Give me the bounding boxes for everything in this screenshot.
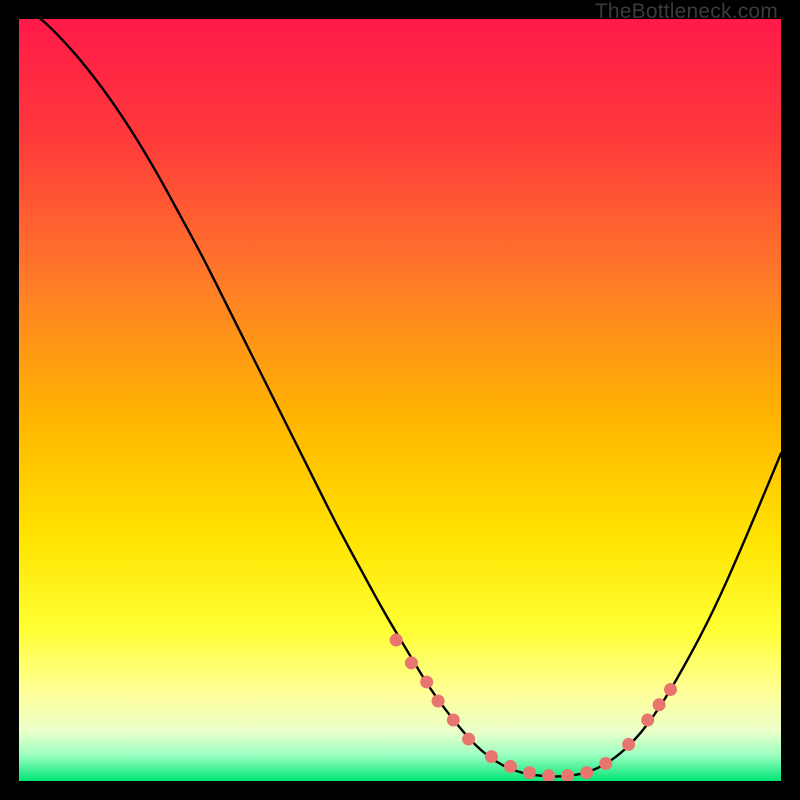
bottleneck-chart — [19, 19, 781, 781]
sample-dot — [504, 760, 517, 773]
sample-dot — [653, 698, 666, 711]
sample-dot — [641, 714, 654, 727]
sample-dot — [462, 733, 475, 746]
sample-dot — [485, 750, 498, 763]
sample-dot — [447, 714, 460, 727]
watermark-text: TheBottleneck.com — [595, 0, 778, 24]
chart-frame — [19, 19, 781, 781]
sample-dot — [405, 656, 418, 669]
sample-dot — [580, 766, 593, 779]
sample-dot — [390, 634, 403, 647]
sample-dot — [664, 683, 677, 696]
sample-dot — [622, 738, 635, 751]
sample-dot — [599, 757, 612, 770]
sample-dot — [420, 675, 433, 688]
sample-dot — [523, 766, 536, 779]
sample-dot — [432, 694, 445, 707]
